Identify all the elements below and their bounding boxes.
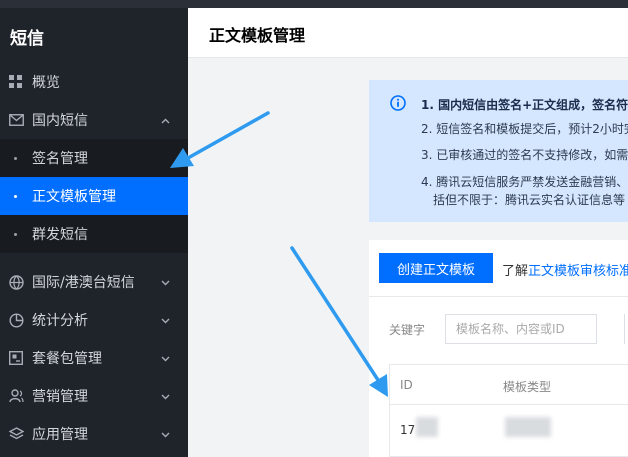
sidebar-item-statistics[interactable]: 统计分析 bbox=[0, 301, 188, 339]
sidebar-subitem-template[interactable]: 正文模板管理 bbox=[0, 177, 188, 215]
sidebar-item-label: 概览 bbox=[32, 75, 60, 91]
chevron-up-icon bbox=[161, 113, 170, 128]
chevron-down-icon bbox=[161, 351, 170, 366]
pie-chart-icon bbox=[8, 312, 24, 328]
redacted-id bbox=[416, 417, 438, 437]
learn-text: 了解正文模板审核标准, bbox=[502, 260, 628, 279]
notice-line: 括但不限于：腾讯云实名认证信息等 bbox=[433, 193, 626, 207]
notice-line: 3. 已审核通过的签名不支持修改，如需 bbox=[421, 148, 628, 162]
notice-line: 1. 国内短信由签名+正文组成，签名符号 bbox=[421, 98, 628, 112]
sidebar-item-applications[interactable]: 应用管理 bbox=[0, 415, 188, 453]
sidebar-subitem-signature[interactable]: 签名管理 bbox=[0, 139, 188, 177]
sidebar-item-label: 应用管理 bbox=[32, 427, 88, 443]
mail-icon bbox=[8, 112, 24, 128]
chevron-down-icon bbox=[161, 275, 170, 290]
sidebar-item-marketing[interactable]: 营销管理 bbox=[0, 377, 188, 415]
sidebar-item-label: 统计分析 bbox=[32, 313, 88, 329]
cell-id: 17 bbox=[400, 423, 416, 437]
sidebar-item-label: 套餐包管理 bbox=[32, 351, 102, 367]
sidebar-title: 短信 bbox=[10, 29, 44, 49]
sidebar-item-package[interactable]: 套餐包管理 bbox=[0, 339, 188, 377]
chevron-down-icon bbox=[161, 389, 170, 404]
redacted-type bbox=[505, 417, 551, 437]
chevron-down-icon bbox=[161, 427, 170, 442]
table-header: ID 模板类型 bbox=[390, 365, 628, 405]
sidebar-item-label: 国际/港澳台短信 bbox=[32, 275, 135, 291]
notice-line: 2. 短信签名和模板提交后，预计2小时完 bbox=[421, 122, 628, 136]
layers-icon bbox=[8, 426, 24, 442]
info-icon bbox=[390, 95, 406, 111]
column-header-type: 模板类型 bbox=[503, 380, 552, 394]
template-card: 创建正文模板 了解正文模板审核标准, 关键字 ID 模板类型 17 bbox=[369, 240, 628, 457]
sidebar-item-label: 国内短信 bbox=[32, 113, 88, 129]
bullet-dot bbox=[14, 194, 17, 198]
bullet-dot bbox=[14, 156, 17, 160]
divider bbox=[369, 296, 628, 297]
notice-banner: 1. 国内短信由签名+正文组成，签名符号 2. 短信签名和模板提交后，预计2小时… bbox=[369, 80, 628, 222]
template-table: ID 模板类型 17 bbox=[389, 364, 628, 457]
sidebar-item-overview[interactable]: 概览 bbox=[0, 63, 188, 101]
sidebar-item-domestic-sms[interactable]: 国内短信 bbox=[0, 101, 188, 139]
sidebar-subitem-bulk-sms[interactable]: 群发短信 bbox=[0, 215, 188, 253]
bullet-dot bbox=[14, 232, 17, 236]
review-standard-link[interactable]: 正文模板审核标准, bbox=[528, 264, 628, 279]
notice-line: 4. 腾讯云短信服务严禁发送金融营销、 bbox=[421, 175, 628, 189]
keyword-label: 关键字 bbox=[389, 323, 426, 337]
package-icon bbox=[8, 350, 24, 366]
sidebar-subitem-label: 签名管理 bbox=[32, 151, 88, 167]
page-title: 正文模板管理 bbox=[209, 26, 306, 45]
page-header: 正文模板管理 bbox=[188, 8, 628, 58]
users-icon bbox=[8, 388, 24, 404]
sidebar-subitem-label: 群发短信 bbox=[32, 227, 88, 243]
learn-prefix: 了解 bbox=[502, 264, 529, 279]
sidebar-item-international-sms[interactable]: 国际/港澳台短信 bbox=[0, 263, 188, 301]
sidebar: 短信 概览 国内短信 签名管理 正文模板管理 群发短信 国际/港澳台短信 统计分… bbox=[0, 8, 188, 457]
sidebar-item-label: 营销管理 bbox=[32, 389, 88, 405]
top-strip bbox=[0, 0, 628, 8]
chevron-down-icon bbox=[161, 313, 170, 328]
column-header-id: ID bbox=[400, 378, 413, 392]
globe-icon bbox=[8, 274, 24, 290]
grid-icon bbox=[8, 74, 24, 90]
search-input[interactable] bbox=[445, 314, 597, 344]
filter-select[interactable] bbox=[624, 314, 628, 344]
sidebar-subitem-label: 正文模板管理 bbox=[32, 189, 116, 205]
create-template-button[interactable]: 创建正文模板 bbox=[379, 253, 493, 283]
